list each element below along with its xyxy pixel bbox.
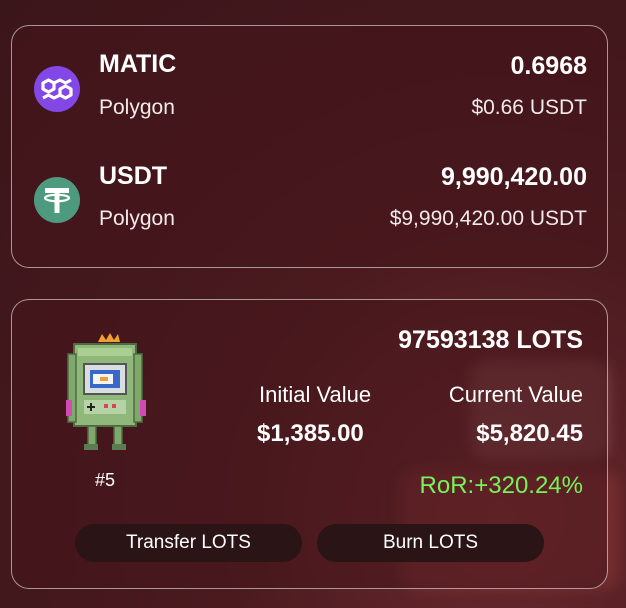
ror-value: RoR:+320.24% <box>419 472 583 499</box>
assets-card: MATIC Polygon 0.6968 $0.66 USDT USDT Pol… <box>11 25 608 268</box>
burn-lots-button[interactable]: Burn LOTS <box>317 524 544 562</box>
current-value-label: Current Value <box>448 382 583 407</box>
asset-row-usdt[interactable]: USDT Polygon 9,990,420.00 $9,990,420.00 … <box>12 138 607 238</box>
lots-amount: 97593138 LOTS <box>398 326 583 354</box>
asset-symbol: USDT <box>99 162 168 190</box>
asset-amount: 9,990,420.00 <box>441 163 587 191</box>
asset-amount: 0.6968 <box>510 52 587 80</box>
tether-icon <box>34 177 80 223</box>
lots-card: #5 97593138 LOTS Initial Value $1,385.00… <box>11 299 608 589</box>
initial-value: $1,385.00 <box>257 420 364 447</box>
current-value: $5,820.45 <box>476 420 583 447</box>
asset-value: $0.66 USDT <box>471 96 587 119</box>
asset-network: Polygon <box>99 207 175 230</box>
polygon-icon <box>34 66 80 112</box>
transfer-lots-button[interactable]: Transfer LOTS <box>75 524 302 562</box>
initial-value-label: Initial Value <box>259 382 372 407</box>
arcade-robot-icon[interactable] <box>60 330 152 460</box>
asset-network: Polygon <box>99 96 175 119</box>
asset-value: $9,990,420.00 USDT <box>389 207 587 230</box>
asset-row-matic[interactable]: MATIC Polygon 0.6968 $0.66 USDT <box>12 26 607 126</box>
nft-id: #5 <box>95 470 116 490</box>
asset-symbol: MATIC <box>99 50 177 78</box>
